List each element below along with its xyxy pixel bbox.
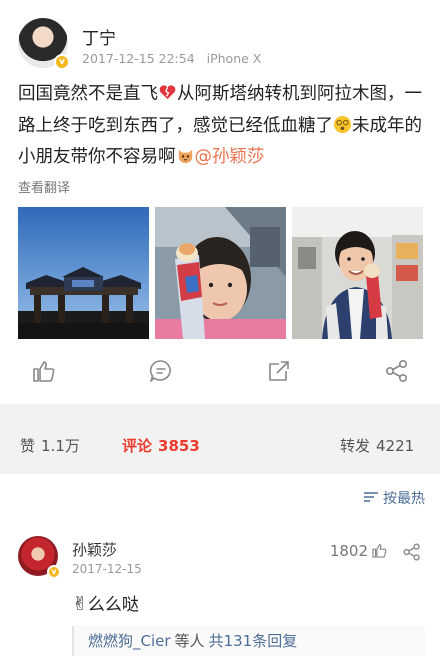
comment-username[interactable]: 孙颖莎 xyxy=(72,539,117,560)
post-stats-bar: 赞 1.1万 评论 3853 转发 4221 xyxy=(0,422,440,474)
post-text-part1: 回国竟然不是直飞 xyxy=(18,84,158,104)
comments-section: 按最热 v 孙颖莎 2017-12-15 1802 ✌么么哒 燃燃狗_Cier 等… xyxy=(0,474,440,672)
comments-tab[interactable]: 评论 3853 xyxy=(122,435,200,456)
like-icon[interactable] xyxy=(31,358,57,384)
comment-like-count: 1802 xyxy=(329,542,368,560)
comment-verified-badge: v xyxy=(47,565,61,579)
reply-usernames[interactable]: 燃燃狗_Cier xyxy=(88,632,171,650)
photo-woman-selfie-icecream[interactable] xyxy=(155,207,286,339)
sort-by-hot-button[interactable]: 按最热 xyxy=(363,488,425,508)
post-device: iPhone X xyxy=(206,51,262,66)
comment-share-icon[interactable] xyxy=(402,542,422,562)
reposts-stat[interactable]: 转发 4221 xyxy=(340,435,414,456)
post-username[interactable]: 丁宁 xyxy=(82,24,116,49)
post-meta: 2017-12-15 22:54 iPhone X xyxy=(82,51,261,66)
comment-text-content: 么么哒 xyxy=(87,595,139,615)
translate-link[interactable]: 查看翻译 xyxy=(18,177,70,196)
reposts-label: 转发 xyxy=(340,437,371,455)
comment-like-button[interactable]: 1802 xyxy=(330,542,388,560)
share-icon[interactable] xyxy=(384,358,410,384)
comment-like-icon xyxy=(372,544,387,558)
repost-icon[interactable] xyxy=(266,358,292,384)
dizzy-face-emoji-icon xyxy=(333,115,352,133)
reply-mid-text: 等人 xyxy=(174,632,205,650)
comment-replies-link[interactable]: 燃燃狗_Cier 等人 共131条回复 xyxy=(72,626,425,656)
likes-count: 1.1万 xyxy=(41,437,80,455)
photo-arch-gate[interactable] xyxy=(18,207,149,339)
verified-badge: v xyxy=(54,54,70,70)
reposts-count: 4221 xyxy=(376,437,415,455)
user-avatar[interactable]: v xyxy=(18,18,70,70)
likes-label: 赞 xyxy=(20,437,36,455)
comment-text: ✌么么哒 xyxy=(72,590,139,615)
comments-label: 评论 xyxy=(122,437,153,455)
sort-label: 按最热 xyxy=(383,491,425,507)
comments-count: 3853 xyxy=(158,437,200,455)
likes-stat[interactable]: 赞 1.1万 xyxy=(20,435,80,456)
victory-hand-emoji-icon: ✌ xyxy=(72,593,88,615)
cat-face-emoji-icon xyxy=(178,149,192,164)
sort-icon xyxy=(364,492,378,502)
weibo-post-card: v 丁宁 2017-12-15 22:54 iPhone X 回国竟然不是直飞从… xyxy=(0,0,440,404)
mention-link[interactable]: @孙颖莎 xyxy=(195,147,265,167)
post-content: 回国竟然不是直飞 从阿斯塔纳转机到阿拉木图，一路上终于吃到东西了，感觉已经低血糖了… xyxy=(18,79,428,174)
photo-grid xyxy=(18,207,423,339)
comment-avatar[interactable]: v xyxy=(18,536,61,579)
comment-icon[interactable] xyxy=(148,358,174,384)
post-timestamp: 2017-12-15 22:54 xyxy=(82,51,195,66)
photo-boy-icecream[interactable] xyxy=(292,207,423,339)
broken-heart-emoji-icon xyxy=(159,85,176,100)
post-action-bar xyxy=(0,352,440,392)
comment-date: 2017-12-15 xyxy=(72,562,142,576)
reply-total[interactable]: 共131条回复 xyxy=(209,632,298,650)
